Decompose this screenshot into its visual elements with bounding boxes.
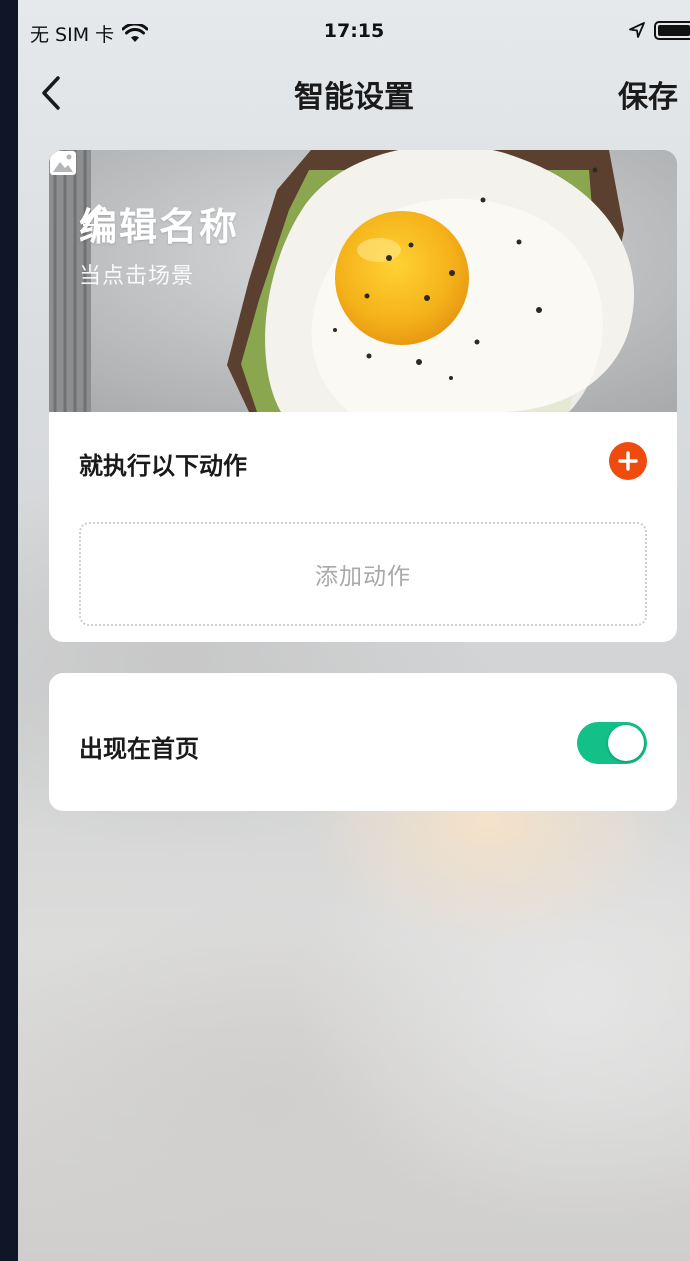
status-bar: 无 SIM 卡 17:15: [18, 0, 690, 64]
app-screen: 无 SIM 卡 17:15 智能设置 保存 编辑名称 当点击场景 就执行以下动作…: [18, 0, 690, 1261]
plus-circle-icon: [618, 451, 638, 471]
home-setting-card: 出现在首页: [49, 673, 677, 811]
add-action-placeholder[interactable]: 添加动作: [79, 522, 647, 626]
battery-level: [658, 25, 690, 36]
image-icon[interactable]: [49, 150, 77, 176]
save-button[interactable]: 保存: [618, 72, 678, 116]
scene-card: 编辑名称 当点击场景 就执行以下动作 添加动作: [49, 150, 677, 642]
toggle-knob: [608, 725, 644, 761]
actions-section-label: 就执行以下动作: [79, 452, 247, 480]
battery-icon: [654, 21, 690, 40]
show-on-home-toggle[interactable]: [577, 722, 647, 764]
add-action-label: 添加动作: [315, 564, 411, 590]
scene-name-editor[interactable]: 编辑名称: [79, 196, 239, 251]
pencil-icon: [83, 204, 106, 226]
scene-cover-image[interactable]: 编辑名称 当点击场景: [49, 150, 677, 412]
scene-trigger: 当点击场景: [79, 264, 195, 289]
page-title: 智能设置: [294, 80, 414, 115]
show-on-home-label: 出现在首页: [79, 735, 199, 763]
add-action-button[interactable]: [609, 442, 647, 480]
status-time: 17:15: [323, 20, 385, 42]
location-arrow-icon: [629, 22, 645, 38]
